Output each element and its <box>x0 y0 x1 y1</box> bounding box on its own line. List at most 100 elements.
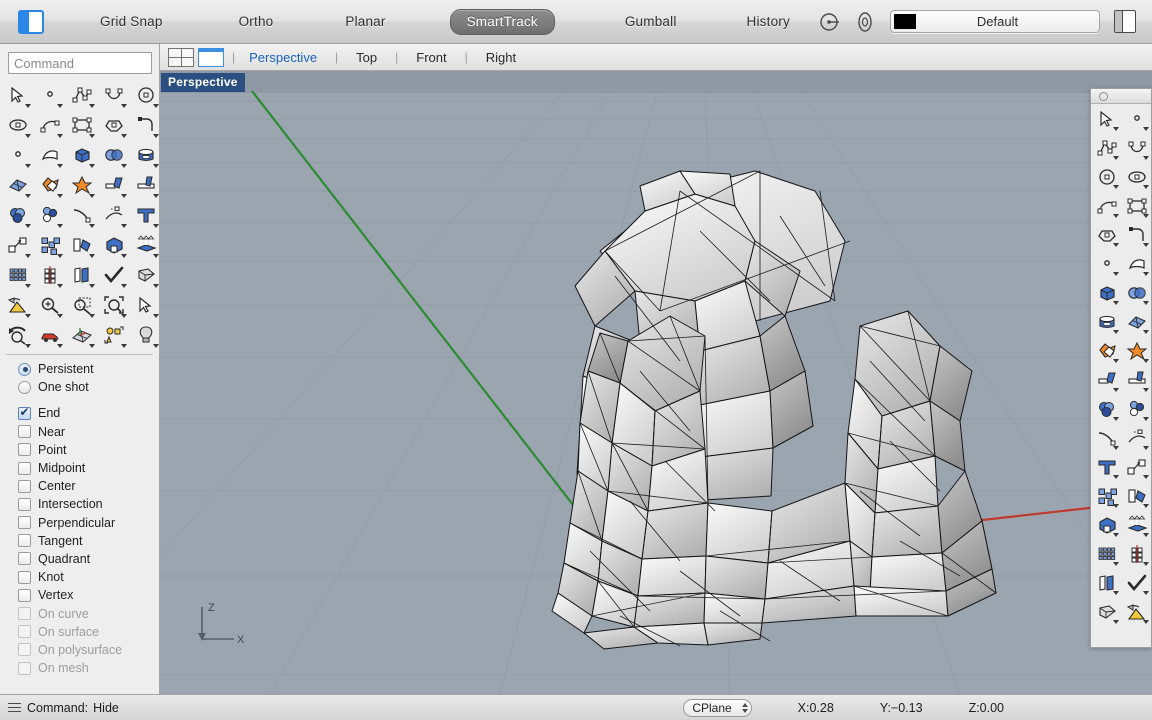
box-edit-icon[interactable] <box>1092 510 1122 539</box>
single-view-layout-icon[interactable] <box>198 47 224 67</box>
flyout-triangle-icon[interactable] <box>25 344 31 348</box>
checkbox[interactable] <box>18 588 31 602</box>
flyout-triangle-icon[interactable] <box>1113 388 1119 392</box>
four-view-layout-icon[interactable] <box>168 47 194 67</box>
flyout-triangle-icon[interactable] <box>1143 562 1149 566</box>
render-icon[interactable] <box>2 290 34 320</box>
flyout-triangle-icon[interactable] <box>1143 185 1149 189</box>
cap-icon[interactable] <box>130 260 159 290</box>
light-bulb-icon[interactable] <box>130 320 159 350</box>
check-icon[interactable] <box>1122 568 1152 597</box>
flyout-triangle-icon[interactable] <box>1113 533 1119 537</box>
extrude-icon[interactable] <box>1122 510 1152 539</box>
snap-option-midpoint[interactable]: Midpoint <box>18 459 159 477</box>
fillet-curve-icon[interactable] <box>1122 220 1152 249</box>
rectangle-icon[interactable] <box>1122 191 1152 220</box>
checkbox[interactable] <box>18 479 31 493</box>
flyout-triangle-icon[interactable] <box>89 104 95 108</box>
flyout-triangle-icon[interactable] <box>153 344 159 348</box>
flyout-triangle-icon[interactable] <box>153 164 159 168</box>
render-icon[interactable] <box>1122 597 1152 626</box>
offset-curve-icon[interactable] <box>66 200 98 230</box>
move-icon[interactable] <box>1122 452 1152 481</box>
flyout-triangle-icon[interactable] <box>1143 359 1149 363</box>
flyout-triangle-icon[interactable] <box>1113 620 1119 624</box>
cap-icon[interactable] <box>1092 597 1122 626</box>
layer-color-swatch[interactable] <box>894 14 916 29</box>
viewport-tab-top[interactable]: Top <box>350 50 383 65</box>
flyout-triangle-icon[interactable] <box>1143 127 1149 131</box>
checkbox[interactable] <box>18 570 31 584</box>
checkbox[interactable] <box>18 497 31 511</box>
select-arrow-icon[interactable] <box>2 80 34 110</box>
trim-icon[interactable] <box>1092 365 1122 394</box>
snap-option-knot[interactable]: Knot <box>18 568 159 586</box>
flyout-triangle-icon[interactable] <box>1113 185 1119 189</box>
snap-target-icon[interactable] <box>818 11 840 33</box>
flyout-triangle-icon[interactable] <box>1143 446 1149 450</box>
copy-icon[interactable] <box>34 230 66 260</box>
polyline-icon[interactable] <box>1092 133 1122 162</box>
flyout-triangle-icon[interactable] <box>1143 156 1149 160</box>
circle-icon[interactable] <box>1092 162 1122 191</box>
checkbox[interactable] <box>18 461 31 475</box>
rotate-icon[interactable] <box>66 260 98 290</box>
boolean-difference-icon[interactable] <box>1092 394 1122 423</box>
surface-array-icon[interactable] <box>1122 307 1152 336</box>
flyout-triangle-icon[interactable] <box>25 104 31 108</box>
snap-mode-one-shot[interactable]: One shot <box>18 378 159 396</box>
boolean-intersection-icon[interactable] <box>1122 394 1152 423</box>
snap-option-vertex[interactable]: Vertex <box>18 586 159 604</box>
flyout-triangle-icon[interactable] <box>1143 214 1149 218</box>
viewport-tab-perspective[interactable]: Perspective <box>243 50 323 65</box>
flyout-triangle-icon[interactable] <box>153 254 159 258</box>
perspective-viewport[interactable]: Perspective Z X <box>160 71 1152 694</box>
zoom-window-icon[interactable] <box>66 290 98 320</box>
flyout-triangle-icon[interactable] <box>1113 243 1119 247</box>
zoom-in-icon[interactable] <box>34 290 66 320</box>
checkbox[interactable] <box>18 516 31 530</box>
snap-option-perpendicular[interactable]: Perpendicular <box>18 514 159 532</box>
check-icon[interactable] <box>98 260 130 290</box>
checkbox[interactable] <box>18 405 31 420</box>
flyout-triangle-icon[interactable] <box>1113 562 1119 566</box>
flyout-triangle-icon[interactable] <box>1143 301 1149 305</box>
layer-selector[interactable]: Default <box>890 10 1100 33</box>
flyout-triangle-icon[interactable] <box>153 284 159 288</box>
toolbar-toggle-gumball[interactable]: Gumball <box>625 14 677 29</box>
flyout-triangle-icon[interactable] <box>89 134 95 138</box>
flyout-triangle-icon[interactable] <box>1143 620 1149 624</box>
flyout-triangle-icon[interactable] <box>1113 156 1119 160</box>
curve-icon[interactable] <box>1122 133 1152 162</box>
cplane-dropdown[interactable]: CPlane <box>683 698 752 717</box>
checkbox[interactable] <box>18 425 31 439</box>
cylinder-surface-icon[interactable] <box>130 140 159 170</box>
array-icon[interactable] <box>2 260 34 290</box>
trim-icon[interactable] <box>98 170 130 200</box>
flyout-triangle-icon[interactable] <box>1143 533 1149 537</box>
rectangle-icon[interactable] <box>66 110 98 140</box>
zoom-extents-icon[interactable] <box>98 290 130 320</box>
flyout-triangle-icon[interactable] <box>121 104 127 108</box>
flyout-triangle-icon[interactable] <box>1113 504 1119 508</box>
flyout-triangle-icon[interactable] <box>57 344 63 348</box>
zoom-selected-icon[interactable] <box>130 290 159 320</box>
palette-close-icon[interactable] <box>1099 91 1108 101</box>
arc-icon[interactable] <box>34 110 66 140</box>
hamburger-icon[interactable] <box>8 700 21 714</box>
ellipse-icon[interactable] <box>2 110 34 140</box>
ellipse-icon[interactable] <box>1122 162 1152 191</box>
curve-icon[interactable] <box>98 80 130 110</box>
fillet-curve-icon[interactable] <box>130 110 159 140</box>
sidebar-toggle-icon[interactable] <box>18 9 44 34</box>
cylinder-surface-icon[interactable] <box>1092 307 1122 336</box>
flyout-triangle-icon[interactable] <box>1113 330 1119 334</box>
flyout-triangle-icon[interactable] <box>1113 417 1119 421</box>
checkbox[interactable] <box>18 534 31 548</box>
flyout-triangle-icon[interactable] <box>1143 243 1149 247</box>
explode-icon[interactable] <box>66 170 98 200</box>
split-icon[interactable] <box>130 170 159 200</box>
flyout-triangle-icon[interactable] <box>57 164 63 168</box>
flyout-triangle-icon[interactable] <box>121 254 127 258</box>
sphere-icon[interactable] <box>1122 278 1152 307</box>
